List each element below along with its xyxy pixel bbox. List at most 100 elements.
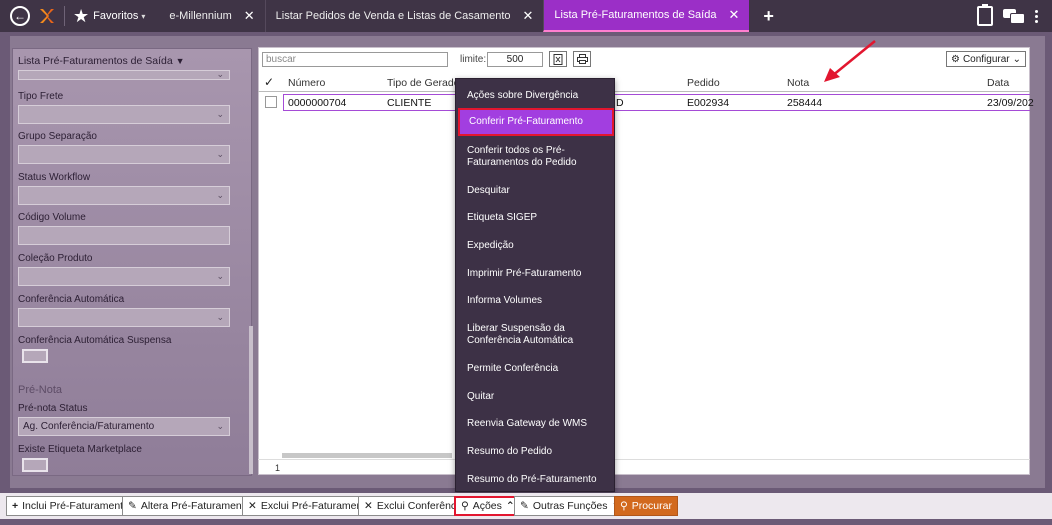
close-icon[interactable]: ✕ [244, 8, 255, 24]
etiqueta-marketplace-toggle[interactable] [22, 458, 48, 472]
column-header-pedido[interactable]: Pedido [687, 77, 720, 89]
back-icon[interactable]: ← [10, 6, 30, 26]
field-label: Existe Etiqueta Marketplace [18, 444, 142, 455]
tab-e-millennium[interactable]: e-Millennium ✕ [159, 0, 264, 32]
chevron-down-icon: ⌄ [216, 190, 224, 200]
menu-item-expedicao[interactable]: Expedição [467, 240, 607, 252]
menu-item-acoes-divergencia[interactable]: Ações sobre Divergência [467, 90, 607, 102]
chevron-down-icon: ⌄ [216, 421, 224, 431]
select-value: Ag. Conferência/Faturamento [23, 421, 155, 432]
chevron-down-icon: ⌄ [1012, 53, 1022, 65]
chevron-down-icon: ⌄ [216, 312, 224, 322]
field-label: Código Volume [18, 212, 86, 223]
menu-item-imprimir[interactable]: Imprimir Pré-Faturamento [467, 268, 607, 280]
column-header-data[interactable]: Data [987, 77, 1009, 89]
chat-icon[interactable] [1003, 9, 1025, 24]
more-vertical-icon[interactable] [1035, 9, 1038, 23]
previous-field-select[interactable]: ⌄ [18, 69, 230, 80]
inclui-pre-faturamento-button[interactable]: + Inclui Pré-Faturamento [6, 496, 135, 516]
outras-funcoes-button[interactable]: ✎ Outras Funções ⌃ [514, 496, 627, 516]
search-input[interactable] [262, 52, 448, 67]
acoes-button[interactable]: ⚲ Ações ⌃ [454, 496, 522, 516]
colecao-produto-select[interactable]: ⌄ [18, 267, 230, 286]
tab-label: Lista Pré-Faturamentos de Saída [554, 9, 717, 21]
tab-listar-pedidos[interactable]: Listar Pedidos de Venda e Listas de Casa… [264, 0, 544, 32]
cell-numero: 0000000704 [288, 97, 347, 109]
filter-panel-title[interactable]: Lista Pré-Faturamentos de Saída ▼ [18, 55, 185, 67]
filter-panel-scrollbar[interactable] [249, 326, 253, 474]
menu-item-liberar-suspensao[interactable]: Liberar Suspensão da Conferência Automát… [467, 323, 607, 347]
favorites-menu[interactable]: Favoritos [93, 10, 138, 22]
configure-button[interactable]: ⚙ Configurar ⌄ [946, 51, 1026, 67]
grupo-separacao-select[interactable]: ⌄ [18, 145, 230, 164]
menu-item-desquitar[interactable]: Desquitar [467, 185, 607, 197]
chevron-down-icon: ▼ [175, 56, 185, 66]
grid-footer-divider [258, 459, 1030, 460]
tab-label: e-Millennium [169, 10, 232, 22]
button-label: Procurar [631, 500, 672, 512]
pre-nota-status-select[interactable]: Ag. Conferência/Faturamento ⌄ [18, 417, 230, 436]
tab-lista-pre-faturamentos[interactable]: Lista Pré-Faturamentos de Saída ✕ [543, 0, 750, 32]
altera-pre-faturamento-button[interactable]: ✎ Altera Pré-Faturamento [122, 496, 257, 516]
cell-tipo-gerador: CLIENTE [387, 97, 432, 109]
edit-icon: ✎ [128, 500, 137, 512]
column-header-nota[interactable]: Nota [787, 77, 809, 89]
codigo-volume-input[interactable] [18, 226, 230, 245]
conferencia-suspensa-toggle[interactable] [22, 349, 48, 363]
new-tab-icon[interactable]: + [763, 6, 774, 27]
status-workflow-select[interactable]: ⌄ [18, 186, 230, 205]
field-label: Conferência Automática Suspensa [18, 335, 172, 346]
clipboard-icon[interactable] [977, 4, 993, 26]
menu-item-conferir-todos[interactable]: Conferir todos os Pré-Faturamentos do Pe… [467, 145, 607, 169]
section-title: Pré-Nota [18, 384, 63, 396]
chevron-down-icon: ⌄ [216, 149, 224, 159]
top-bar: ← ★ Favoritos ▾ e-Millennium ✕ Listar Pe… [0, 0, 1052, 32]
close-icon[interactable]: ✕ [728, 7, 739, 23]
chevron-down-icon: ⌄ [216, 69, 224, 79]
button-label: Ações [472, 500, 502, 512]
button-label: Outras Funções [532, 500, 608, 512]
annotation-arrow [824, 40, 876, 82]
conferencia-automatica-select[interactable]: ⌄ [18, 308, 230, 327]
chevron-down-icon: ⌄ [216, 271, 224, 281]
select-all-check-icon[interactable]: ✓ [264, 75, 274, 89]
export-excel-icon[interactable] [549, 51, 567, 67]
actions-menu: Ações sobre Divergência Conferir Pré-Fat… [455, 78, 615, 492]
plus-icon: + [12, 500, 19, 512]
configure-label: Configurar [962, 53, 1010, 65]
field-label: Status Workflow [18, 172, 91, 183]
menu-item-conferir-pre-faturamento[interactable]: Conferir Pré-Faturamento [458, 108, 614, 136]
column-header-numero[interactable]: Número [288, 77, 325, 89]
limit-input[interactable]: 500 [487, 52, 543, 67]
menu-item-resumo-pre-faturamento[interactable]: Resumo do Pré-Faturamento [467, 474, 607, 486]
star-icon[interactable]: ★ [73, 7, 89, 25]
horizontal-scrollbar[interactable] [282, 453, 452, 458]
menu-item-reenvia-gateway[interactable]: Reenvia Gateway de WMS [467, 418, 607, 430]
page-number[interactable]: 1 [275, 463, 280, 473]
menu-item-permite-conferencia[interactable]: Permite Conferência [467, 363, 607, 375]
close-icon[interactable]: ✕ [523, 8, 534, 24]
chevron-down-icon[interactable]: ▾ [141, 12, 145, 21]
row-checkbox[interactable] [265, 96, 277, 108]
procurar-button[interactable]: ⚲ Procurar [614, 496, 678, 516]
menu-item-resumo-pedido[interactable]: Resumo do Pedido [467, 446, 607, 458]
field-label: Conferência Automática [18, 294, 125, 305]
tipo-frete-select[interactable]: ⌄ [18, 105, 230, 124]
exclui-pre-faturamento-button[interactable]: ✕ Exclui Pré-Faturamento [242, 496, 378, 516]
logo-icon [38, 7, 56, 25]
field-label: Coleção Produto [18, 253, 93, 264]
field-label: Grupo Separação [18, 131, 97, 142]
grid-panel [258, 47, 1030, 475]
cell-pedido: E002934 [687, 97, 730, 109]
button-label: Exclui Conferência [376, 500, 465, 512]
cell-data: 23/09/202 [987, 97, 1034, 109]
menu-item-informa-volumes[interactable]: Informa Volumes [467, 295, 607, 307]
lightbulb-icon: ⚲ [461, 500, 469, 512]
print-icon[interactable] [573, 51, 591, 67]
edit-icon: ✎ [520, 500, 529, 512]
column-header-tipo-gerador[interactable]: Tipo de Gerador [387, 77, 463, 89]
menu-item-etiqueta-sigep[interactable]: Etiqueta SIGEP [467, 212, 607, 224]
menu-item-quitar[interactable]: Quitar [467, 391, 607, 403]
x-icon: ✕ [364, 500, 373, 512]
field-label: Pré-nota Status [18, 403, 88, 414]
